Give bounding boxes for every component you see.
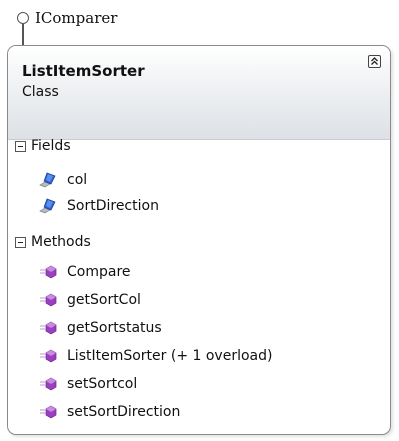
method-item-setsortdirection[interactable]: setSortDirection [39,402,180,422]
interface-name: IComparer [35,9,118,27]
method-icon [40,405,57,419]
method-label: ListItemSorter (+ 1 overload) [67,348,273,364]
methods-section-label: Methods [31,234,91,250]
collapse-button[interactable] [368,55,381,68]
double-chevron-up-icon [371,57,378,65]
method-label: Compare [67,264,131,280]
method-icon [40,265,57,279]
field-item-sortdirection[interactable]: SortDirection [39,196,159,216]
method-icon [40,293,57,307]
methods-collapse-toggle-icon[interactable] [15,237,26,248]
method-label: getSortstatus [67,320,162,336]
method-icon [40,321,57,335]
fields-section-header[interactable]: Fields [8,134,390,158]
field-icon [39,172,56,188]
field-item-col[interactable]: col [39,170,87,190]
method-label: setSortDirection [67,404,181,420]
field-label: col [67,172,88,188]
interface-lollipop-icon [17,12,29,24]
method-item-getsortstatus[interactable]: getSortstatus [39,318,162,338]
method-label: getSortCol [67,292,141,308]
class-diagram: IComparer ListItemSorter Class Fields co… [0,0,399,441]
fields-section-label: Fields [31,138,71,154]
class-name: ListItemSorter [22,62,145,80]
method-label: setSortcol [67,376,138,392]
class-shape[interactable]: ListItemSorter Class Fields col SortDire… [7,45,391,435]
method-icon [40,377,57,391]
method-item-getsortcol[interactable]: getSortCol [39,290,141,310]
field-icon [39,198,56,214]
method-item-compare[interactable]: Compare [39,262,131,282]
method-item-listitemsorter[interactable]: ListItemSorter (+ 1 overload) [39,346,272,366]
class-header: ListItemSorter Class [8,46,390,140]
method-item-setsortcol[interactable]: setSortcol [39,374,137,394]
interface-connector [22,24,24,46]
class-kind: Class [22,84,59,100]
fields-collapse-toggle-icon[interactable] [15,141,26,152]
method-icon [40,349,57,363]
methods-section-header[interactable]: Methods [8,230,390,254]
field-label: SortDirection [67,198,159,214]
